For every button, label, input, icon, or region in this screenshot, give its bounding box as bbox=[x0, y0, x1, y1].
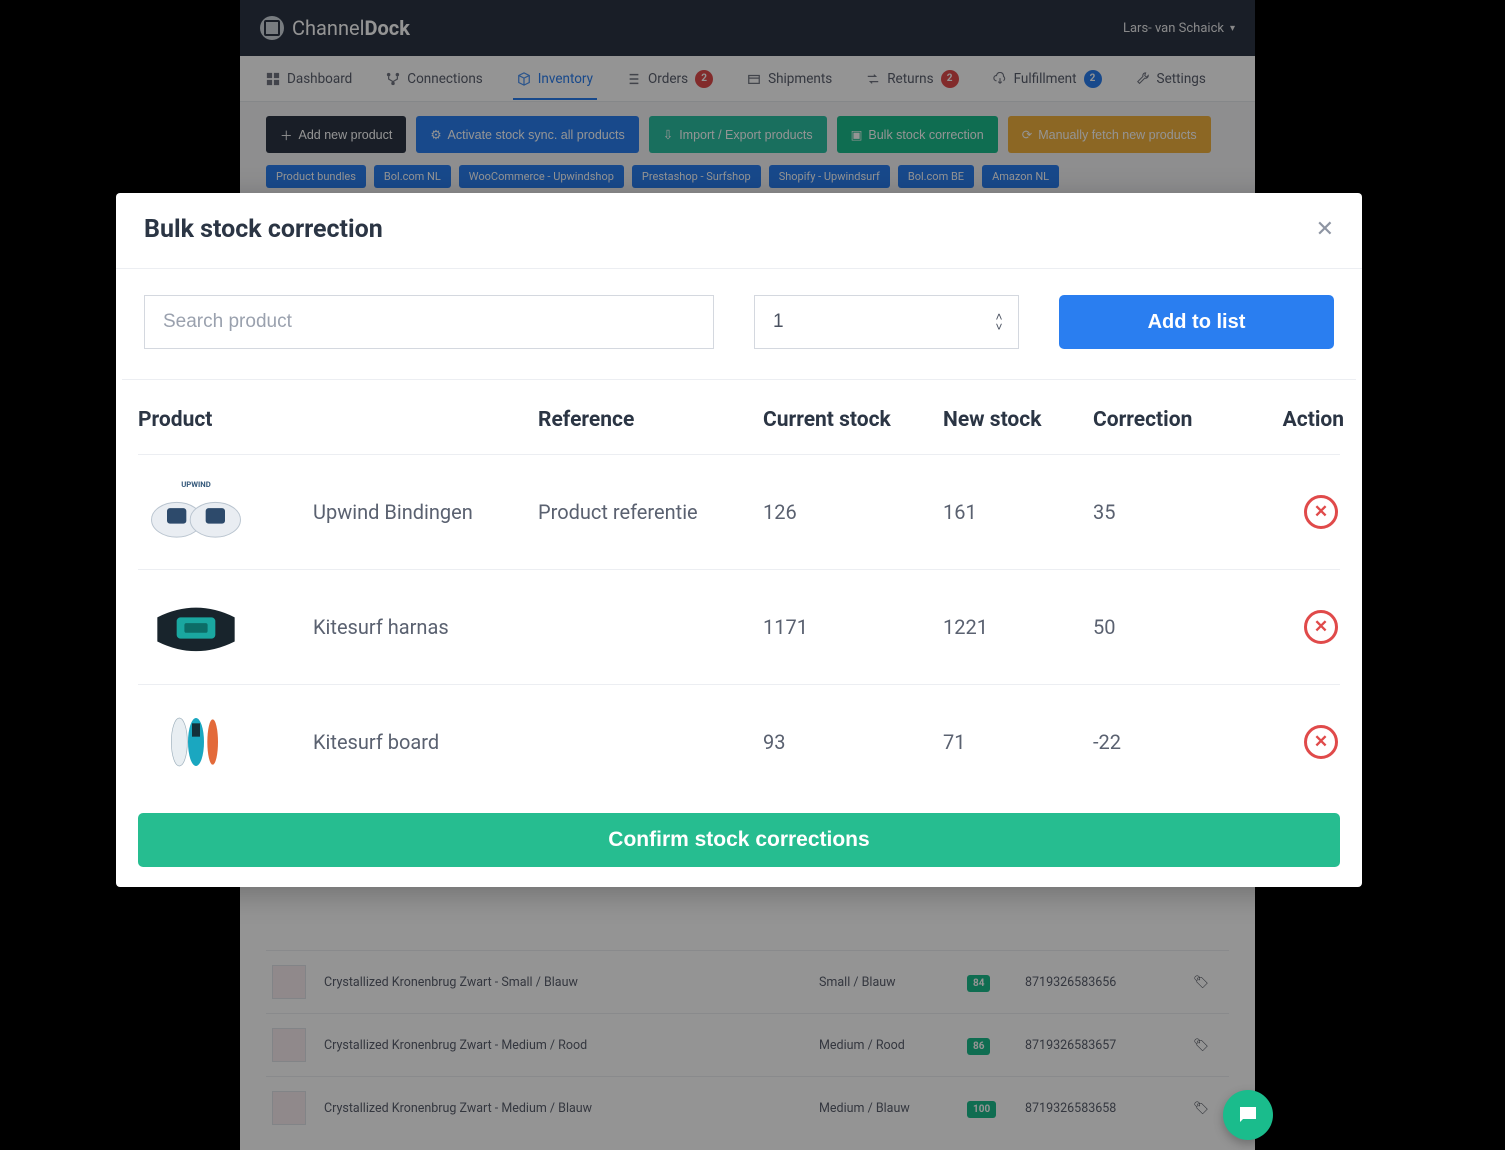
new-stock: 1221 bbox=[943, 615, 1093, 639]
correction: 35 bbox=[1093, 500, 1248, 524]
modal-footer: Confirm stock corrections bbox=[116, 803, 1362, 867]
modal-controls: ˄ ˅ Add to list bbox=[122, 269, 1356, 380]
th-action: Action bbox=[1248, 408, 1348, 432]
table-row: UPWIND Upwind Bindingen Product referent… bbox=[138, 455, 1340, 570]
product-image bbox=[138, 703, 254, 781]
stepper-down-icon[interactable]: ˅ bbox=[988, 322, 1010, 332]
product-name: Kitesurf harnas bbox=[313, 615, 538, 639]
th-reference: Reference bbox=[538, 408, 763, 432]
th-current: Current stock bbox=[763, 408, 943, 432]
correction: -22 bbox=[1093, 730, 1248, 754]
current-stock: 126 bbox=[763, 500, 943, 524]
th-product: Product bbox=[138, 408, 313, 432]
row-action bbox=[1248, 495, 1348, 529]
search-input[interactable] bbox=[144, 295, 714, 349]
product-name: Kitesurf board bbox=[313, 730, 538, 754]
table-header: Product Reference Current stock New stoc… bbox=[138, 388, 1340, 455]
modal-header: Bulk stock correction ✕ bbox=[116, 193, 1362, 269]
table-row: Kitesurf board 93 71 -22 bbox=[138, 685, 1340, 799]
remove-icon[interactable] bbox=[1304, 725, 1338, 759]
close-icon[interactable]: ✕ bbox=[1316, 217, 1334, 242]
bulk-stock-modal: Bulk stock correction ✕ ˄ ˅ Add to list … bbox=[116, 193, 1362, 887]
modal-table: Product Reference Current stock New stoc… bbox=[116, 380, 1362, 803]
table-row: Kitesurf harnas 1171 1221 50 bbox=[138, 570, 1340, 685]
row-action bbox=[1248, 725, 1348, 759]
row-action bbox=[1248, 610, 1348, 644]
current-stock: 1171 bbox=[763, 615, 943, 639]
remove-icon[interactable] bbox=[1304, 610, 1338, 644]
correction: 50 bbox=[1093, 615, 1248, 639]
th-correction: Correction bbox=[1093, 408, 1248, 432]
quantity-input[interactable] bbox=[755, 296, 1018, 348]
product-name: Upwind Bindingen bbox=[313, 500, 538, 524]
th-new: New stock bbox=[943, 408, 1093, 432]
product-image bbox=[138, 588, 254, 666]
new-stock: 161 bbox=[943, 500, 1093, 524]
modal-title: Bulk stock correction bbox=[144, 215, 383, 244]
new-stock: 71 bbox=[943, 730, 1093, 754]
remove-icon[interactable] bbox=[1304, 495, 1338, 529]
add-to-list-button[interactable]: Add to list bbox=[1059, 295, 1334, 349]
product-reference: Product referentie bbox=[538, 500, 763, 524]
product-image: UPWIND bbox=[138, 473, 254, 551]
confirm-button[interactable]: Confirm stock corrections bbox=[138, 813, 1340, 867]
quantity-stepper[interactable]: ˄ ˅ bbox=[754, 295, 1019, 349]
current-stock: 93 bbox=[763, 730, 943, 754]
chat-fab[interactable] bbox=[1223, 1090, 1273, 1140]
stepper-controls: ˄ ˅ bbox=[988, 296, 1010, 348]
chat-icon bbox=[1236, 1103, 1260, 1127]
svg-text:UPWIND: UPWIND bbox=[181, 480, 211, 489]
